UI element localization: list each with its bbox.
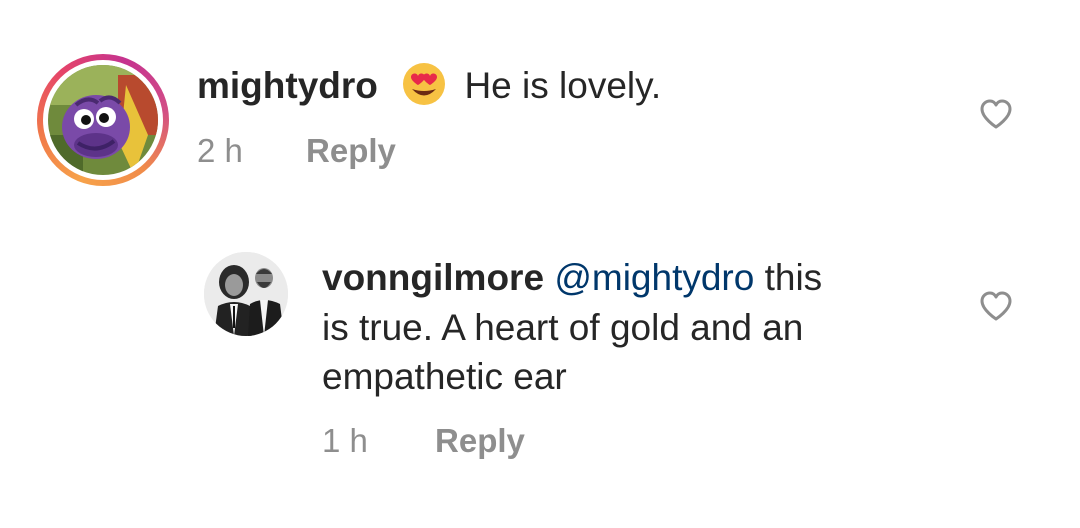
heart-outline-icon[interactable] <box>979 291 1013 321</box>
reply-body-line-2: is true. A heart of gold and an <box>322 307 804 348</box>
reply-button[interactable]: Reply <box>435 422 525 459</box>
two-men-photo-avatar[interactable] <box>204 252 288 336</box>
mention-link[interactable]: @mightydro <box>554 257 754 298</box>
reply-body-line-3: empathetic ear <box>322 356 567 397</box>
reply-username[interactable]: vonngilmore <box>322 257 544 298</box>
reply-text-part: this <box>764 257 823 298</box>
reply-comment: vonngilmore @mightydro this is true. A h… <box>0 0 1080 528</box>
reply-timestamp: 1 h <box>322 422 368 459</box>
reply-meta: 1 h Reply <box>322 421 525 461</box>
reply-body-line-1: vonngilmore @mightydro this <box>322 254 822 302</box>
